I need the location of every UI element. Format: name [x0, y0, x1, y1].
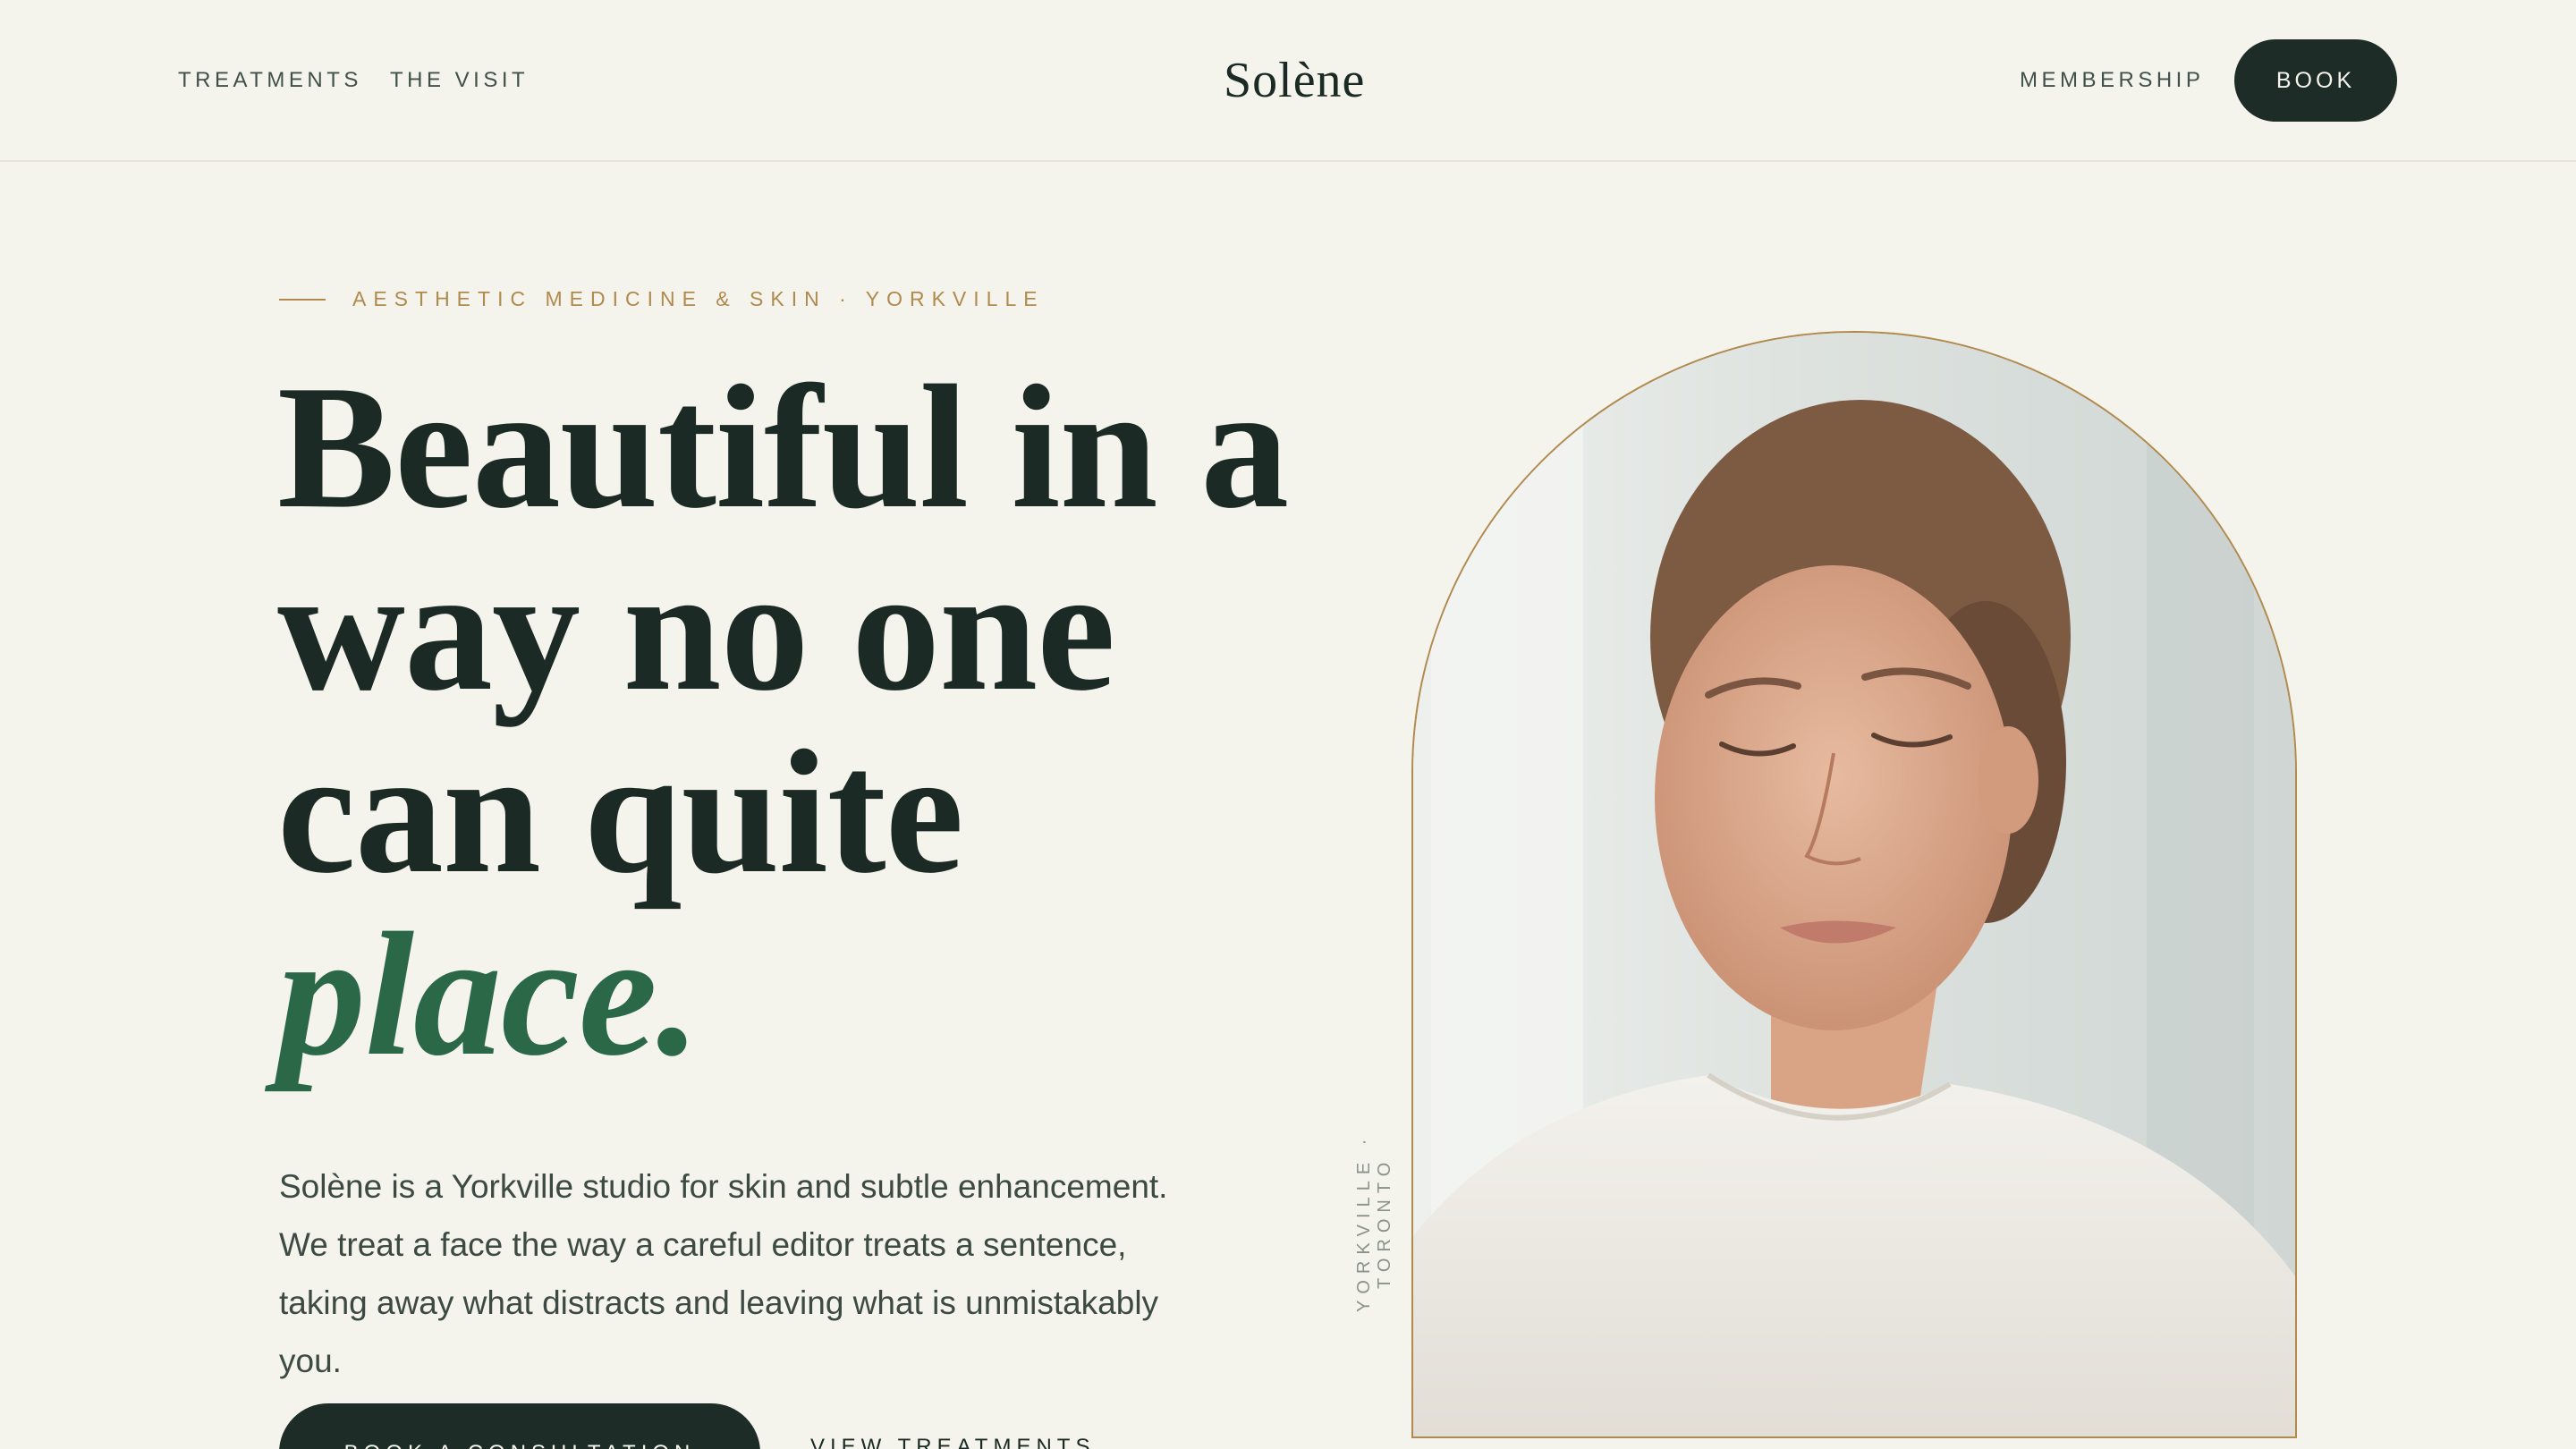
brand-logo[interactable]: Solène	[1224, 52, 1365, 109]
location-caption: YORKVILLE · TORONTO	[1354, 1132, 1394, 1313]
hero-portrait	[1411, 331, 2297, 1438]
hero-eyebrow: AESTHETIC MEDICINE & SKIN · YORKVILLE	[279, 287, 1045, 311]
nav-treatments[interactable]: TREATMENTS	[178, 68, 362, 93]
nav-the-visit[interactable]: THE VISIT	[390, 68, 529, 93]
hero-headline: Beautiful in a way no one can quite plac…	[277, 356, 1351, 1086]
headline-accent: place.	[277, 896, 700, 1092]
eyebrow-rule	[279, 298, 326, 301]
hero-lede: Solène is a Yorkville studio for skin an…	[279, 1168, 1168, 1379]
portrait-illustration	[1413, 333, 2295, 1436]
site-header: TREATMENTS THE VISIT Solène MEMBERSHIP B…	[0, 0, 2576, 162]
view-treatments-link[interactable]: VIEW TREATMENTS	[810, 1435, 1095, 1449]
eyebrow-text: AESTHETIC MEDICINE & SKIN · YORKVILLE	[352, 287, 1045, 310]
headline-line-1: Beautiful in a	[277, 349, 1289, 545]
headline-line-2: way no one	[277, 531, 1115, 727]
book-consultation-button[interactable]: BOOK A CONSULTATION	[279, 1403, 760, 1449]
nav-membership[interactable]: MEMBERSHIP	[2020, 68, 2204, 93]
headline-line-3: can quite	[277, 714, 964, 910]
book-button[interactable]: BOOK	[2234, 39, 2397, 122]
